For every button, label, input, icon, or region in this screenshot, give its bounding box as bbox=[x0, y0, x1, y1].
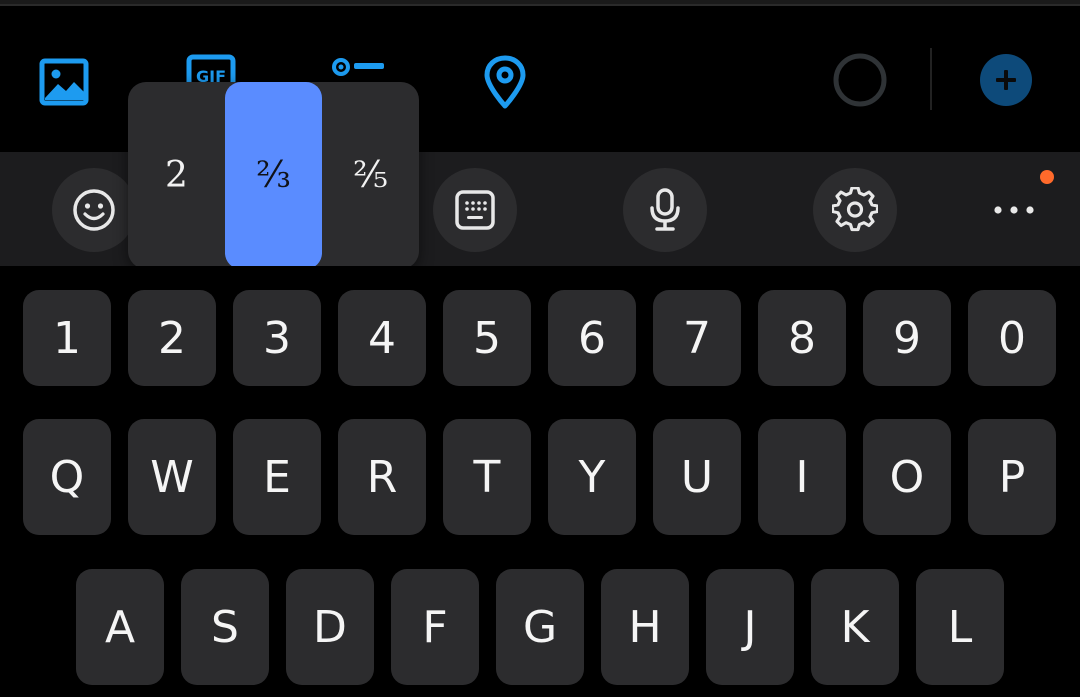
key-8[interactable]: 8 bbox=[758, 290, 846, 386]
keyboard: 1 2 3 4 5 6 7 8 9 0 Q W E R T Y U I O P … bbox=[0, 266, 1080, 697]
key-l[interactable]: L bbox=[916, 569, 1004, 685]
key-t[interactable]: T bbox=[443, 419, 531, 535]
key-9[interactable]: 9 bbox=[863, 290, 951, 386]
key-a[interactable]: A bbox=[76, 569, 164, 685]
popup-option-two-fifths[interactable]: ²⁄₅ bbox=[322, 82, 419, 269]
toolbar-divider bbox=[930, 48, 932, 110]
microphone-icon[interactable] bbox=[623, 168, 707, 252]
poll-icon[interactable] bbox=[330, 56, 386, 78]
key-2[interactable]: 2 bbox=[128, 290, 216, 386]
key-h[interactable]: H bbox=[601, 569, 689, 685]
key-1[interactable]: 1 bbox=[23, 290, 111, 386]
notification-dot bbox=[1040, 170, 1054, 184]
more-icon[interactable] bbox=[982, 182, 1046, 238]
emoji-icon[interactable] bbox=[52, 168, 136, 252]
popup-option-2[interactable]: 2 bbox=[128, 82, 225, 269]
key-6[interactable]: 6 bbox=[548, 290, 636, 386]
image-icon[interactable] bbox=[36, 54, 92, 110]
key-f[interactable]: F bbox=[391, 569, 479, 685]
key-d[interactable]: D bbox=[286, 569, 374, 685]
add-thread-icon[interactable] bbox=[978, 52, 1034, 108]
numpad-icon[interactable] bbox=[433, 168, 517, 252]
key-r[interactable]: R bbox=[338, 419, 426, 535]
key-3[interactable]: 3 bbox=[233, 290, 321, 386]
key-u[interactable]: U bbox=[653, 419, 741, 535]
status-separator bbox=[0, 0, 1080, 6]
key-0[interactable]: 0 bbox=[968, 290, 1056, 386]
key-p[interactable]: P bbox=[968, 419, 1056, 535]
key-5[interactable]: 5 bbox=[443, 290, 531, 386]
key-7[interactable]: 7 bbox=[653, 290, 741, 386]
key-i[interactable]: I bbox=[758, 419, 846, 535]
popup-option-two-thirds[interactable]: ²⁄₃ bbox=[225, 82, 322, 269]
key-4[interactable]: 4 bbox=[338, 290, 426, 386]
key-k[interactable]: K bbox=[811, 569, 899, 685]
key-s[interactable]: S bbox=[181, 569, 269, 685]
location-icon[interactable] bbox=[480, 54, 530, 110]
key-j[interactable]: J bbox=[706, 569, 794, 685]
key-e[interactable]: E bbox=[233, 419, 321, 535]
number-variant-popup: 2 ²⁄₃ ²⁄₅ bbox=[128, 82, 419, 269]
key-o[interactable]: O bbox=[863, 419, 951, 535]
settings-icon[interactable] bbox=[813, 168, 897, 252]
key-g[interactable]: G bbox=[496, 569, 584, 685]
key-q[interactable]: Q bbox=[23, 419, 111, 535]
key-y[interactable]: Y bbox=[548, 419, 636, 535]
key-w[interactable]: W bbox=[128, 419, 216, 535]
character-count-ring-icon bbox=[832, 52, 888, 108]
